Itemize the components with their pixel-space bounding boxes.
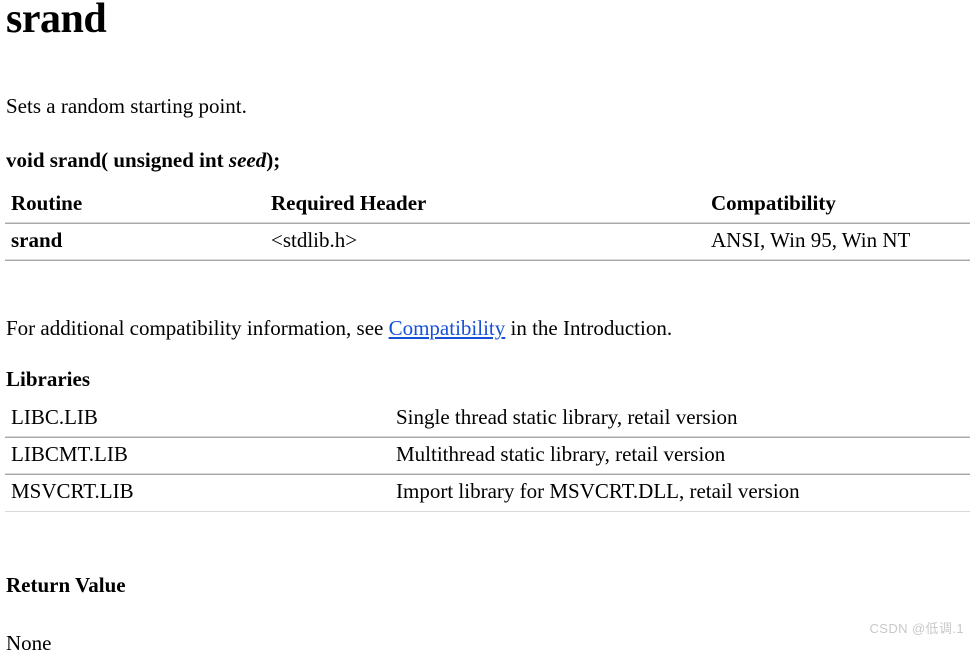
compat-note-before: For additional compatibility information… [6, 316, 384, 340]
summary-text: Sets a random starting point. [6, 94, 247, 118]
cell-library-description: Single thread static library, retail ver… [396, 405, 738, 429]
return-value-heading: Return Value [6, 573, 126, 598]
table-header-row: Routine Required Header Compatibility [5, 186, 970, 223]
column-header-required-header: Required Header [271, 191, 427, 215]
compatibility-link[interactable]: Compatibility [389, 316, 506, 340]
cell-library-name: LIBCMT.LIB [11, 442, 128, 467]
libraries-heading: Libraries [6, 367, 90, 392]
signature-parameter: seed [228, 148, 267, 172]
page-title: srand [6, 0, 107, 42]
table-row: LIBC.LIB Single thread static library, r… [5, 400, 970, 437]
cell-library-name: MSVCRT.LIB [11, 479, 134, 504]
cell-routine-name: srand [11, 228, 63, 253]
routine-table: Routine Required Header Compatibility sr… [5, 186, 970, 260]
function-signature: void srand( unsigned int seed); [6, 147, 280, 173]
cell-compatibility: ANSI, Win 95, Win NT [711, 228, 911, 253]
table-row: MSVCRT.LIB Import library for MSVCRT.DLL… [5, 474, 970, 512]
documentation-page: srand Sets a random starting point. void… [0, 0, 974, 655]
libraries-table: LIBC.LIB Single thread static library, r… [5, 400, 970, 512]
column-header-routine: Routine [11, 191, 83, 215]
cell-required-header: <stdlib.h> [271, 228, 358, 253]
return-value-text: None [6, 631, 52, 655]
column-header-compatibility: Compatibility [711, 191, 836, 215]
cell-library-description: Import library for MSVCRT.DLL, retail ve… [396, 479, 800, 504]
signature-suffix: ); [266, 148, 281, 172]
table-row: LIBCMT.LIB Multithread static library, r… [5, 437, 970, 474]
cell-library-description: Multithread static library, retail versi… [396, 442, 726, 467]
csdn-watermark: CSDN @低调.1 [869, 621, 964, 636]
compat-note-after: in the Introduction. [510, 316, 673, 340]
signature-prefix: void srand( unsigned int [6, 148, 224, 172]
cell-library-name: LIBC.LIB [11, 405, 98, 429]
table-row: srand <stdlib.h> ANSI, Win 95, Win NT [5, 223, 970, 260]
compatibility-note: For additional compatibility information… [6, 315, 672, 341]
